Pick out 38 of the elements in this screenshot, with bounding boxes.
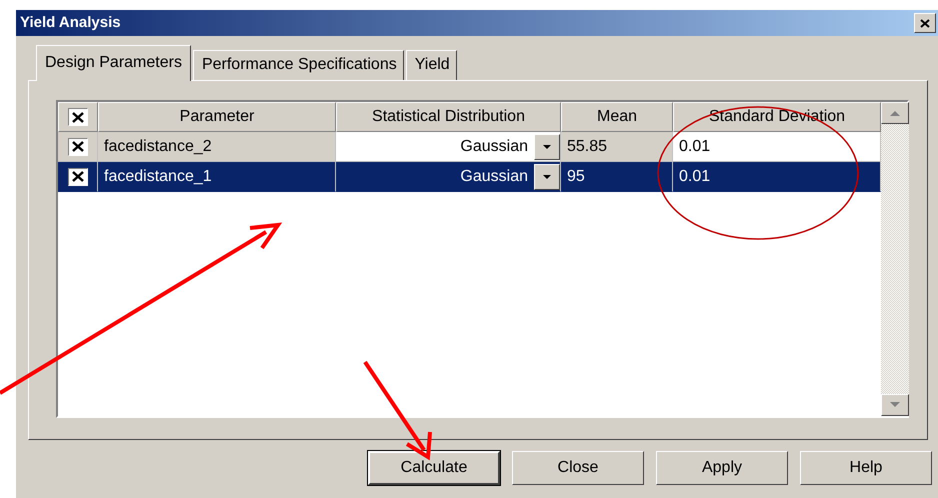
scroll-down-button[interactable]: [881, 394, 909, 416]
x-mark-icon: [72, 112, 84, 122]
dropdown-button[interactable]: [534, 134, 560, 160]
dialog-button[interactable]: Apply: [656, 451, 788, 485]
close-button[interactable]: [914, 13, 936, 33]
x-mark-icon: [72, 171, 84, 182]
tab[interactable]: Performance Specifications: [192, 50, 404, 80]
column-header[interactable]: Parameter: [98, 102, 336, 132]
column-header[interactable]: Statistical Distribution: [336, 102, 561, 132]
dialog-button[interactable]: Calculate: [368, 451, 500, 485]
dropdown-cell[interactable]: Gaussian: [336, 162, 561, 192]
up-arrow-icon: [890, 110, 900, 116]
scroll-up-button[interactable]: [881, 102, 909, 124]
dropdown-value: Gaussian: [459, 166, 529, 186]
window-title: Yield Analysis: [20, 12, 121, 33]
table-cell: 55.85: [561, 132, 673, 162]
table-cell[interactable]: 0.01: [673, 162, 881, 192]
scrollbar[interactable]: [881, 102, 909, 416]
tab[interactable]: Design Parameters: [36, 45, 191, 81]
down-arrow-icon: [890, 402, 900, 408]
table-cell[interactable]: 0.01: [673, 132, 881, 162]
column-header[interactable]: Mean: [561, 102, 673, 132]
table-cell: 95: [561, 162, 673, 192]
checkbox[interactable]: [68, 108, 88, 126]
table-cell: facedistance_1: [98, 162, 336, 192]
caret-icon: [543, 174, 551, 178]
tab[interactable]: Yield: [406, 50, 457, 80]
dropdown-cell[interactable]: Gaussian: [336, 132, 561, 162]
caret-icon: [543, 144, 551, 148]
dialog-button[interactable]: Close: [512, 451, 644, 485]
checkbox[interactable]: [68, 138, 88, 156]
checkbox[interactable]: [68, 168, 88, 186]
x-mark-icon: [72, 141, 84, 152]
table-cell: facedistance_2: [98, 132, 336, 162]
dropdown-button[interactable]: [534, 164, 560, 190]
dropdown-value: Gaussian: [459, 136, 529, 156]
close-icon: [920, 18, 930, 28]
dialog-button[interactable]: Help: [800, 451, 932, 485]
